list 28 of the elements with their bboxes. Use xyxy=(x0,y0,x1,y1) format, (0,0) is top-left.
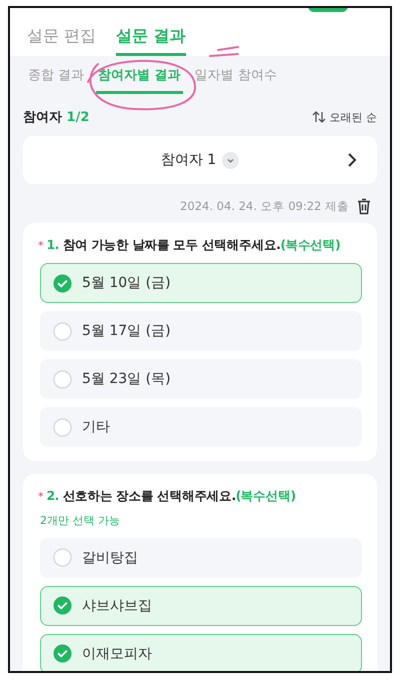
option-label: 갈비탕집 xyxy=(82,548,138,566)
question-title: 1. 참여 가능한 날짜를 모두 선택해주세요.(복수선택) xyxy=(46,237,340,254)
option-row[interactable]: 5월 10일 (금) xyxy=(40,263,362,304)
participant-count: 참여자 1/2 xyxy=(23,109,90,126)
dropdown-icon xyxy=(222,152,240,168)
sort-button[interactable]: 오래된 순 xyxy=(312,110,377,124)
option-row[interactable]: 기타 xyxy=(40,407,362,448)
trash-icon[interactable] xyxy=(357,198,371,215)
pen-dash-drawing xyxy=(206,46,242,58)
option-label: 기타 xyxy=(82,418,110,436)
submitted-time: 2024. 04. 24. 오후 09:22 제출 xyxy=(180,199,349,214)
participant-selector[interactable]: 참여자 1 xyxy=(23,136,377,184)
sort-arrows-icon xyxy=(312,111,326,123)
option-label: 이재모피자 xyxy=(82,644,152,662)
option-row[interactable]: 샤브샤브집 xyxy=(40,586,362,626)
option-row[interactable]: 5월 23일 (목) xyxy=(40,359,362,400)
option-label: 5월 17일 (금) xyxy=(82,322,171,340)
option-label: 5월 10일 (금) xyxy=(82,274,171,292)
option-row[interactable]: 갈비탕집 xyxy=(40,538,362,578)
chevron-right-icon xyxy=(347,152,357,168)
required-mark: * xyxy=(38,239,44,252)
required-mark: * xyxy=(38,490,44,504)
hint-text: 2개만 선택 가능 xyxy=(40,512,121,528)
option-row[interactable]: 이재모피자 xyxy=(40,634,362,671)
option-row[interactable]: 5월 17일 (금) xyxy=(40,311,362,352)
option-label: 샤브샤브집 xyxy=(82,596,152,614)
question-title: 2. 선호하는 장소를 선택해주세요.(복수선택) xyxy=(46,488,296,504)
option-label: 5월 23일 (목) xyxy=(82,370,171,388)
